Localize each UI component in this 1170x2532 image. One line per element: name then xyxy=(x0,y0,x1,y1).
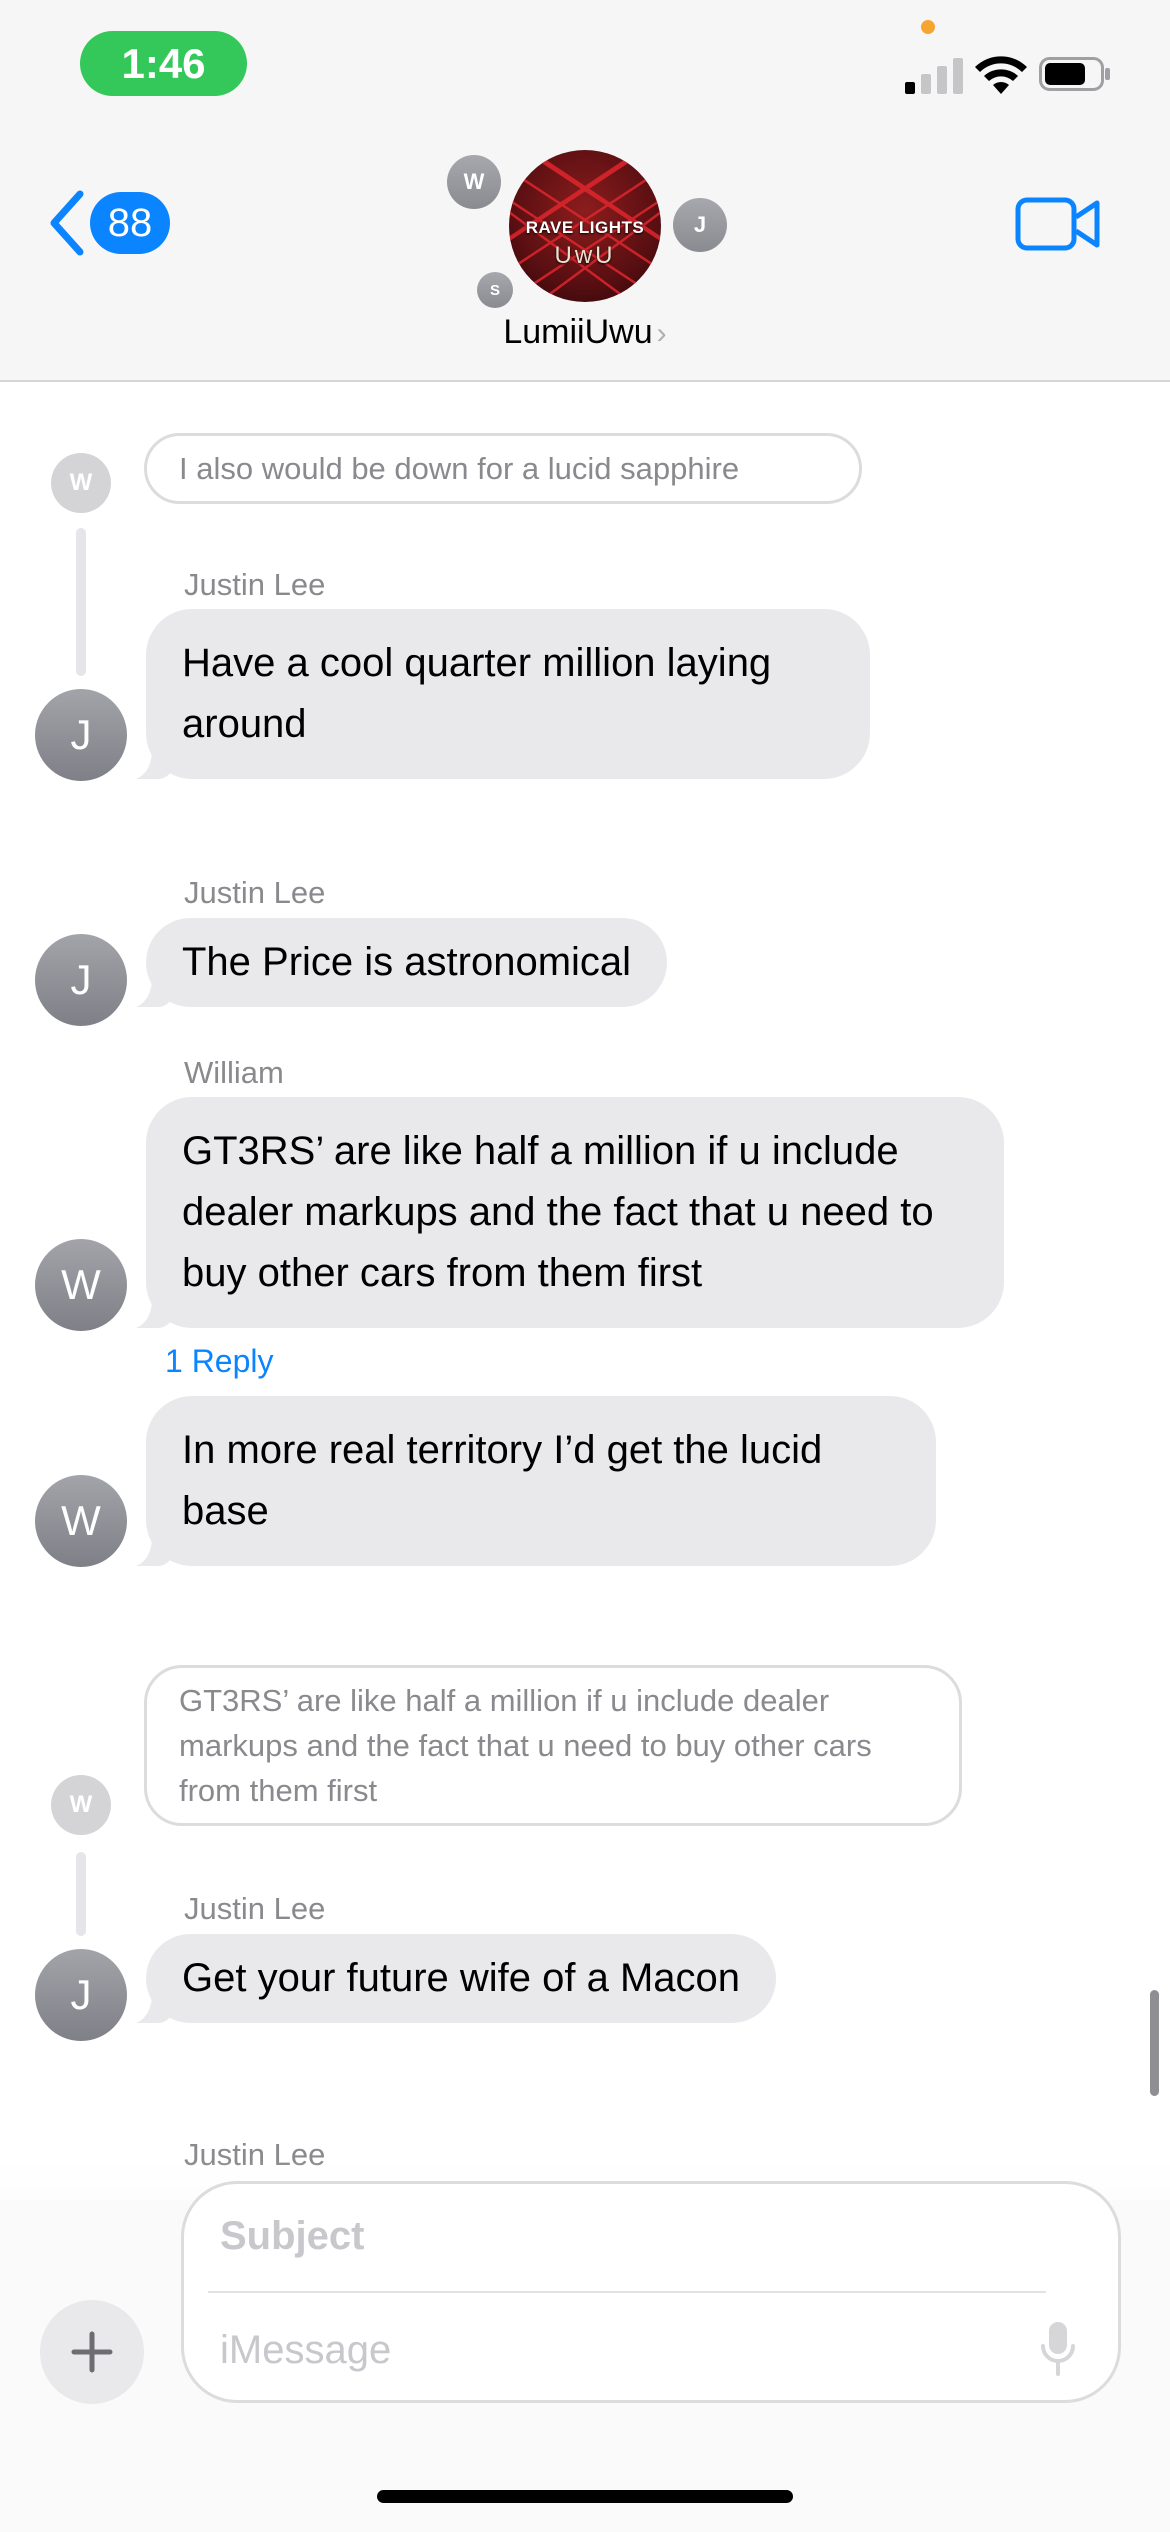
participant-avatar-w: W xyxy=(447,155,501,209)
message-bubble[interactable]: Have a cool quarter million laying aroun… xyxy=(136,609,870,779)
bubble-tail xyxy=(136,1526,172,1566)
privacy-indicator-dot xyxy=(921,20,935,34)
signal-icon xyxy=(905,56,963,94)
home-indicator[interactable] xyxy=(377,2490,793,2503)
avatar: W xyxy=(51,453,111,513)
bubble-tail xyxy=(136,967,172,1007)
sender-name: Justin Lee xyxy=(184,567,326,602)
avatar[interactable]: J xyxy=(35,1949,127,2041)
message-bubble[interactable]: Get your future wife of a Macon xyxy=(136,1934,777,2023)
message-bubble[interactable]: GT3RS’ are like half a million if u incl… xyxy=(136,1097,1004,1328)
battery-icon xyxy=(1039,57,1110,91)
quoted-message[interactable]: I also would be down for a lucid sapphir… xyxy=(144,433,862,504)
group-avatar-subtitle: UwU xyxy=(554,242,616,269)
quoted-message[interactable]: GT3RS’ are like half a million if u incl… xyxy=(144,1665,962,1826)
message-bubble[interactable]: The Price is astronomical xyxy=(136,918,668,1007)
scrollbar[interactable] xyxy=(1150,1990,1159,2096)
avatar[interactable]: W xyxy=(35,1239,127,1331)
status-time: 1:46 xyxy=(80,31,247,96)
quoted-message-text: GT3RS’ are like half a million if u incl… xyxy=(179,1683,872,1808)
quoted-message-text: I also would be down for a lucid sapphir… xyxy=(179,451,740,486)
subject-field[interactable]: Subject xyxy=(220,2214,364,2259)
plus-icon xyxy=(71,2331,113,2373)
message-text: GT3RS’ are like half a million if u incl… xyxy=(182,1129,934,1295)
add-attachment-button[interactable] xyxy=(40,2300,144,2404)
unread-count-badge: 88 xyxy=(90,192,170,254)
group-avatar-title: RAVE LIGHTS xyxy=(525,218,645,237)
bubble-tail xyxy=(136,1983,172,2023)
message-text: The Price is astronomical xyxy=(182,940,632,984)
avatar: W xyxy=(51,1775,111,1835)
message-text: Have a cool quarter million laying aroun… xyxy=(182,641,772,746)
avatar[interactable]: J xyxy=(35,934,127,1026)
participant-avatar-j: J xyxy=(673,198,727,252)
bubble-tail xyxy=(136,739,172,779)
back-button[interactable]: 88 xyxy=(44,188,170,258)
wifi-icon xyxy=(975,56,1027,94)
conversation-header: 1:46 88 W J S RAVE LIGHTS UwU LumiiUwu › xyxy=(0,0,1170,382)
reply-count-link[interactable]: 1 Reply xyxy=(165,1343,274,1380)
chevron-right-icon: › xyxy=(656,317,667,350)
message-field[interactable]: iMessage xyxy=(220,2328,391,2373)
group-name[interactable]: LumiiUwu › xyxy=(0,313,1170,352)
sender-name: Justin Lee xyxy=(184,1891,326,1926)
message-text: Get your future wife of a Macon xyxy=(182,1956,741,2000)
reply-thread-line xyxy=(76,528,86,676)
video-camera-icon[interactable] xyxy=(1015,195,1101,253)
avatar[interactable]: W xyxy=(35,1475,127,1567)
input-divider xyxy=(208,2291,1046,2293)
microphone-icon[interactable] xyxy=(1040,2320,1076,2378)
avatar[interactable]: J xyxy=(35,689,127,781)
sender-name: Justin Lee xyxy=(184,875,326,910)
reply-thread-line xyxy=(76,1852,86,1936)
message-bubble[interactable]: In more real territory I’d get the lucid… xyxy=(136,1396,936,1566)
participant-avatar-s: S xyxy=(477,272,513,308)
bubble-tail xyxy=(136,1288,172,1328)
group-name-label: LumiiUwu xyxy=(503,313,653,351)
message-text: In more real territory I’d get the lucid… xyxy=(182,1428,823,1533)
sender-name: William xyxy=(184,1055,284,1090)
group-avatar[interactable]: RAVE LIGHTS UwU xyxy=(509,150,661,302)
back-chevron-icon xyxy=(50,190,84,256)
